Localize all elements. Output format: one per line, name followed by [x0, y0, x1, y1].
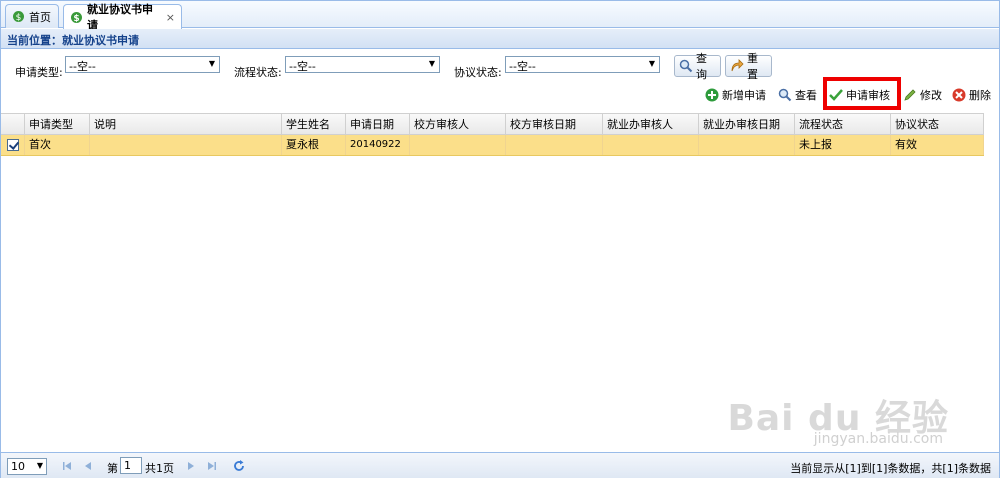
first-page-icon[interactable] [60, 459, 74, 473]
reset-button[interactable]: 重置 [725, 52, 772, 81]
prev-page-icon[interactable] [81, 459, 95, 473]
table-cell: 未上报 [795, 135, 891, 155]
view-button-label: 查看 [795, 89, 817, 102]
checkbox-column-header[interactable] [1, 114, 25, 135]
add-application-button[interactable]: 新增申请 [705, 85, 766, 105]
table-cell: 20140922 [346, 135, 410, 155]
search-icon [679, 59, 693, 73]
delete-button-label: 删除 [969, 89, 991, 102]
dollar-leaf-icon: $ [70, 11, 83, 24]
table-cell [410, 135, 506, 155]
dollar-leaf-icon: $ [12, 10, 25, 23]
close-icon[interactable]: × [166, 11, 175, 24]
tab-bar: $ 首页 $ 就业协议书申请 × [1, 1, 999, 32]
column-header[interactable]: 申请日期 [346, 114, 410, 135]
row-checkbox-cell[interactable] [1, 135, 25, 155]
agreement-status-value: --空-- [509, 60, 536, 73]
query-button[interactable]: 查询 [674, 52, 721, 81]
dropdown-arrow-icon: ▼ [36, 461, 43, 470]
delete-button[interactable]: 删除 [952, 85, 991, 105]
apply-type-value: --空-- [69, 60, 96, 73]
pagination-bar: 10 ▼ 第 1 共1页 当前显示从[1]到[1]条数据，共[1]条数据 [1, 452, 999, 478]
breadcrumb: 当前位置：就业协议书申请 [1, 29, 999, 49]
app-frame: $ 首页 $ 就业协议书申请 × 当前位置：就业协议书申请 申请类型: --空-… [0, 0, 1000, 478]
column-header[interactable]: 申请类型 [25, 114, 90, 135]
refresh-icon[interactable] [232, 459, 246, 473]
page-size-value: 10 [11, 460, 25, 473]
page-size-select[interactable]: 10 ▼ [7, 458, 47, 475]
undo-arrow-icon [730, 59, 744, 73]
tab-employment-agreement[interactable]: $ 就业协议书申请 × [63, 3, 182, 32]
pagination-info: 当前显示从[1]到[1]条数据，共[1]条数据 [790, 462, 991, 475]
page-prefix: 第 [107, 462, 118, 475]
svg-text:$: $ [73, 14, 79, 24]
column-header[interactable]: 协议状态 [891, 114, 984, 135]
table-cell [699, 135, 795, 155]
next-page-icon[interactable] [184, 459, 198, 473]
add-icon [705, 88, 719, 102]
flow-status-value: --空-- [289, 60, 316, 73]
table-cell: 夏永根 [282, 135, 346, 155]
column-header[interactable]: 校方审核人 [410, 114, 506, 135]
row-checkbox[interactable] [7, 139, 19, 151]
table-cell: 首次 [25, 135, 90, 155]
column-header[interactable]: 就业办审核人 [603, 114, 699, 135]
svg-text:$: $ [16, 13, 22, 23]
last-page-icon[interactable] [205, 459, 219, 473]
tab-home[interactable]: $ 首页 [5, 4, 59, 28]
grid-header: 申请类型 说明 学生姓名 申请日期 校方审核人 校方审核日期 就业办审核人 就业… [1, 113, 984, 135]
table-cell: 有效 [891, 135, 984, 155]
dropdown-arrow-icon: ▼ [648, 59, 655, 68]
add-application-label: 新增申请 [722, 89, 766, 102]
edit-button-label: 修改 [920, 89, 942, 102]
column-header[interactable]: 说明 [90, 114, 282, 135]
page-total: 共1页 [145, 462, 174, 475]
table-cell [506, 135, 603, 155]
apply-type-select[interactable]: --空-- ▼ [65, 56, 220, 73]
search-icon [778, 88, 792, 102]
apply-type-label: 申请类型: [15, 66, 63, 79]
column-header[interactable]: 就业办审核日期 [699, 114, 795, 135]
flow-status-label: 流程状态: [234, 66, 282, 79]
column-header[interactable]: 校方审核日期 [506, 114, 603, 135]
column-header[interactable]: 学生姓名 [282, 114, 346, 135]
baidu-watermark-url: jingyan.baidu.com [813, 431, 943, 447]
query-button-label: 查询 [696, 52, 707, 81]
agreement-status-label: 协议状态: [454, 66, 502, 79]
agreement-status-select[interactable]: --空-- ▼ [505, 56, 660, 73]
table-cell [603, 135, 699, 155]
highlight-box [823, 77, 901, 110]
reset-button-label: 重置 [747, 52, 758, 81]
view-button[interactable]: 查看 [778, 85, 817, 105]
column-header[interactable]: 流程状态 [795, 114, 891, 135]
table-cell [90, 135, 282, 155]
dropdown-arrow-icon: ▼ [208, 59, 215, 68]
delete-icon [952, 88, 966, 102]
table-row[interactable]: 首次 夏永根 20140922 未上报 有效 [1, 135, 984, 156]
edit-button[interactable]: 修改 [903, 85, 942, 105]
flow-status-select[interactable]: --空-- ▼ [285, 56, 440, 73]
page-number-input[interactable]: 1 [120, 457, 142, 474]
dropdown-arrow-icon: ▼ [428, 59, 435, 68]
pencil-icon [903, 88, 917, 102]
tab-home-label: 首页 [29, 10, 51, 24]
